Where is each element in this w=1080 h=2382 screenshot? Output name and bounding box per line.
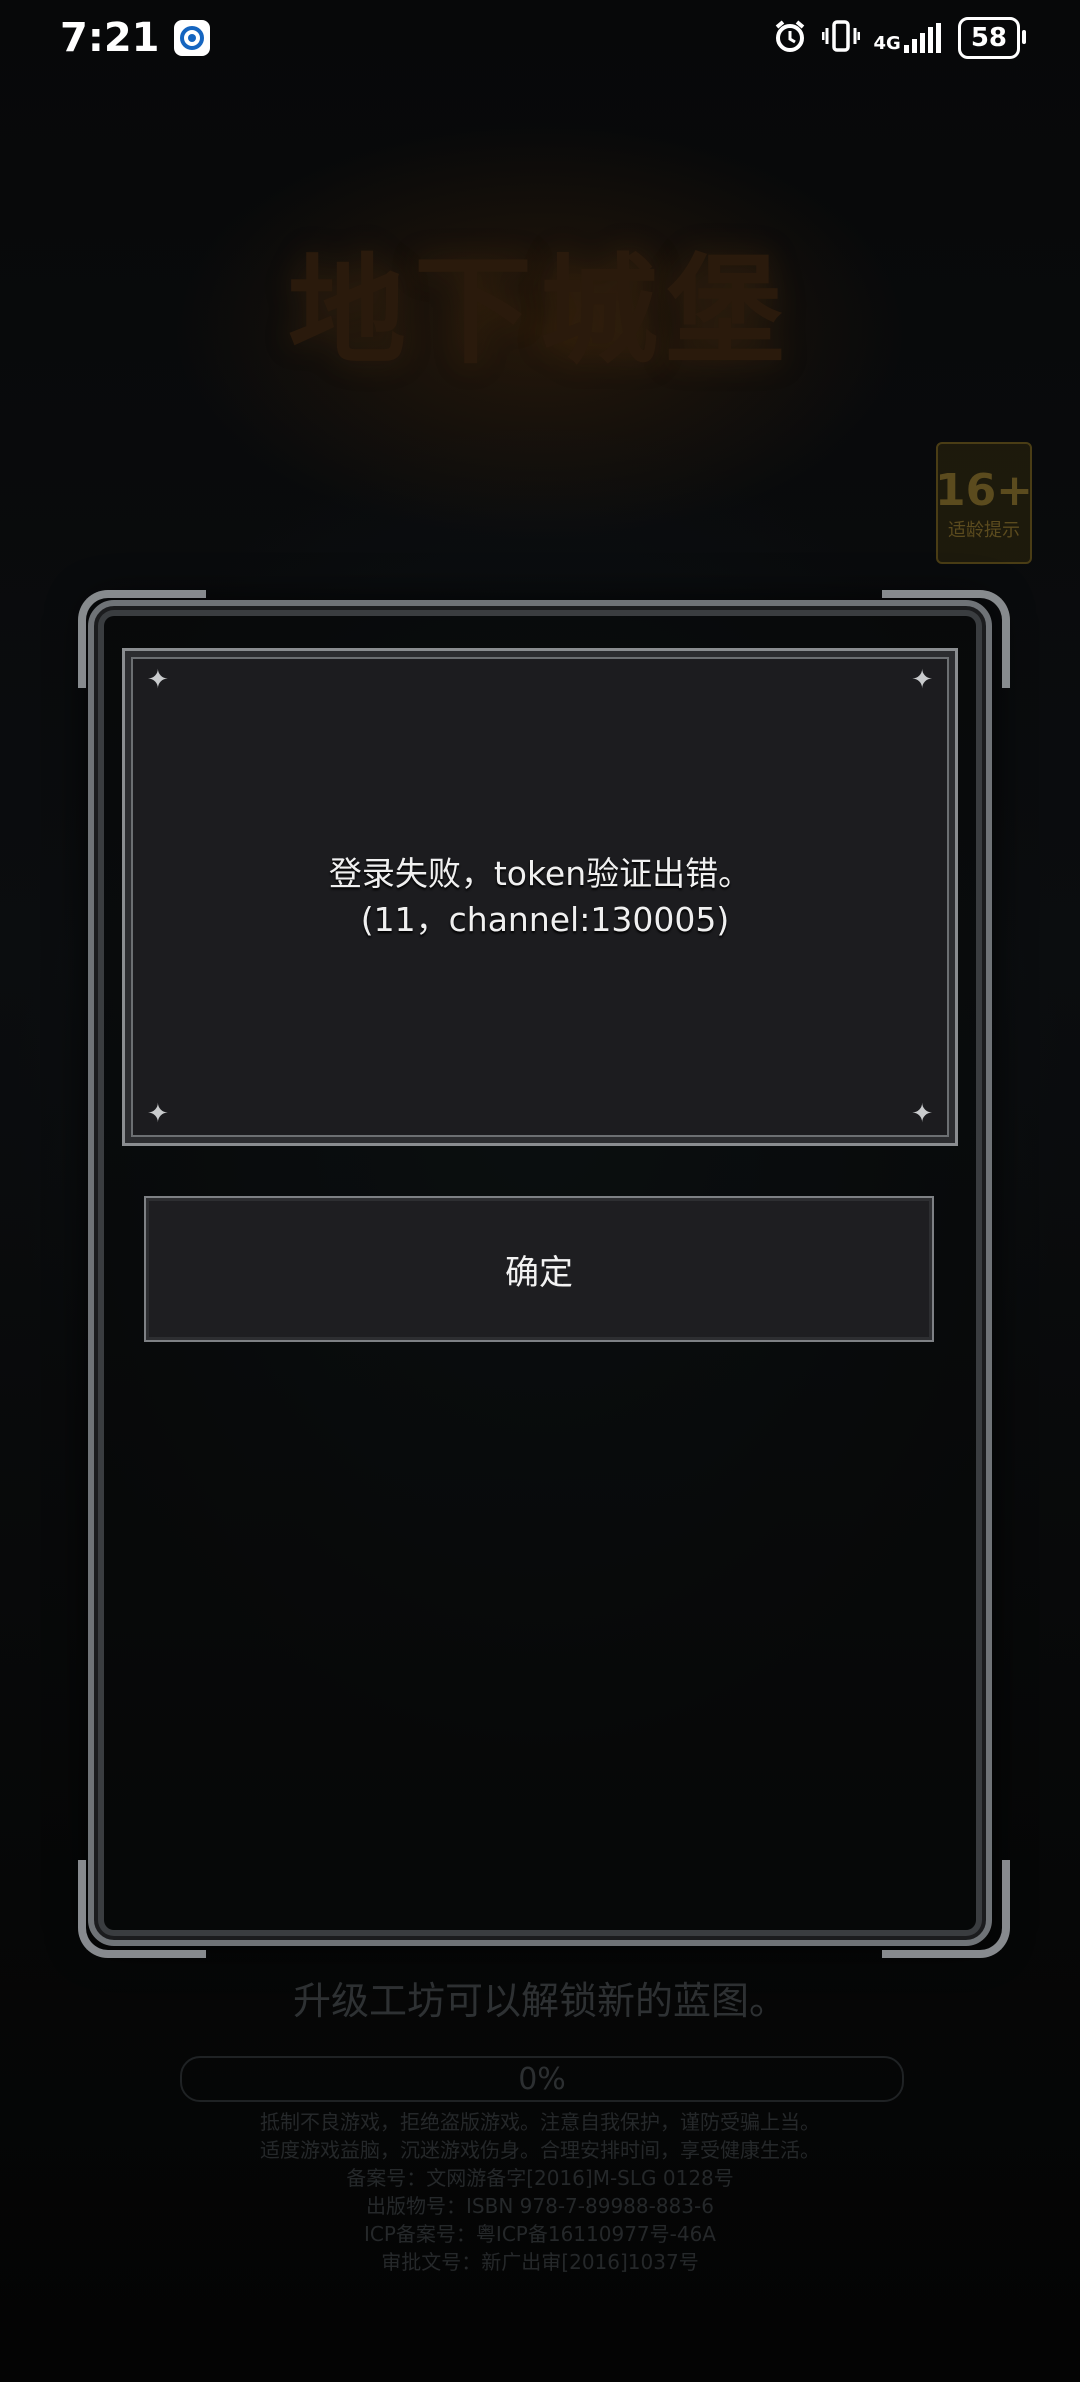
notice-line: 适度游戏益脑，沉迷游戏伤身。合理安排时间，享受健康生活。 (260, 2138, 820, 2162)
notice-line: 出版物号：ISBN 978-7-89988-883-6 (366, 2194, 714, 2218)
status-time: 7:21 (60, 15, 160, 61)
confirm-button[interactable]: 确定 (144, 1196, 934, 1342)
vibrate-icon (821, 18, 860, 58)
loading-progress-bar: 0% (180, 2056, 904, 2102)
legal-notice: 抵制不良游戏，拒绝盗版游戏。注意自我保护，谨防受骗上当。 适度游戏益脑，沉迷游戏… (0, 2108, 1080, 2276)
notice-line: 抵制不良游戏，拒绝盗版游戏。注意自我保护，谨防受骗上当。 (260, 2110, 820, 2134)
app-notification-icon (173, 20, 210, 56)
alarm-icon (772, 18, 808, 58)
sparkle-icon: ✦ (911, 1099, 933, 1129)
age-rating-number: 16+ (934, 464, 1034, 516)
frame-ornament-bottom-right (882, 1860, 1010, 1958)
status-bar: 7:21 4G 58 (0, 0, 1080, 76)
signal-icon: 4G (874, 23, 944, 53)
sparkle-icon: ✦ (911, 665, 933, 695)
error-message-line-2: (11，channel:130005) (360, 900, 730, 939)
age-rating-badge[interactable]: 16+ 适龄提示 (934, 442, 1034, 564)
notice-line: 备案号：文网游备字[2016]M-SLG 0128号 (346, 2166, 734, 2190)
network-type: 4G (873, 33, 901, 54)
sparkle-icon: ✦ (147, 1099, 169, 1129)
loading-tip: 升级工坊可以解锁新的蓝图。 (292, 1979, 787, 2023)
error-message-line-1: 登录失败，token验证出错。 (328, 854, 752, 893)
frame-ornament-bottom-left (78, 1860, 206, 1958)
error-message-panel: ✦ ✦ ✦ ✦ 登录失败，token验证出错。 (11，channel:1300… (122, 648, 958, 1146)
game-logo-text: 地下城堡 (287, 240, 792, 380)
battery-indicator: 58 (957, 17, 1027, 59)
notice-line: ICP备案号：粤ICP备16110977号-46A (364, 2222, 716, 2246)
sparkle-icon: ✦ (147, 665, 169, 695)
status-icons: 4G 58 (772, 17, 1027, 59)
game-logo: 地下城堡 (180, 200, 900, 400)
age-rating-caption: 适龄提示 (948, 519, 1020, 541)
loading-progress-text: 0% (518, 2061, 566, 2097)
status-time-group: 7:21 (60, 15, 210, 61)
notice-line: 审批文号：新广出审[2016]1037号 (381, 2250, 699, 2274)
confirm-button-label: 确定 (505, 1252, 573, 1293)
